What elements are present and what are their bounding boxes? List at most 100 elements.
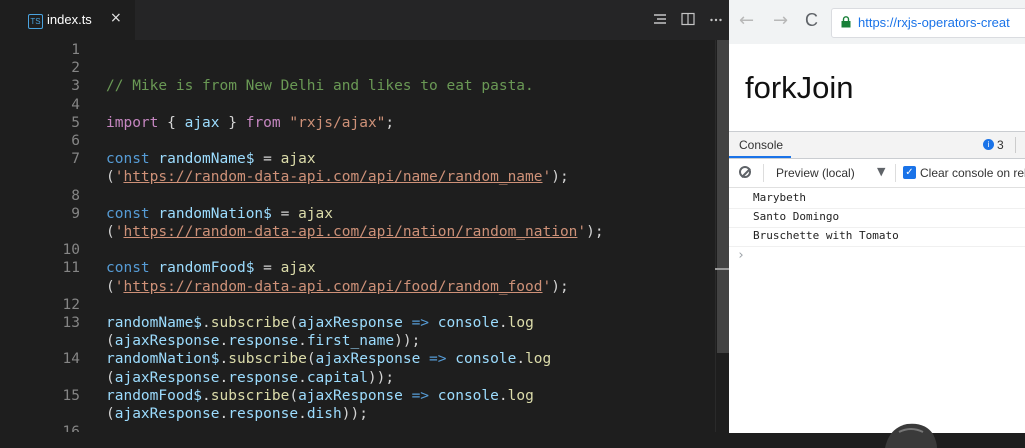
code-token: ajaxResponse <box>298 387 403 404</box>
code-text: // Mike is from New Delhi and likes to e… <box>106 78 534 94</box>
code-line[interactable]: ('https://random-data-api.com/api/name/r… <box>0 169 715 187</box>
code-line[interactable]: 12 <box>0 297 715 315</box>
code-token: from <box>245 114 281 131</box>
code-line[interactable]: 16 <box>0 424 715 432</box>
code-token: https://random-data-api.com/api/food/ran… <box>123 278 543 295</box>
code-token: ( <box>289 387 299 404</box>
reload-button[interactable]: C <box>805 10 818 31</box>
code-line[interactable]: 13 randomName$.subscribe(ajaxResponse => … <box>0 315 715 333</box>
code-token: } <box>219 114 246 131</box>
line-number: 1 <box>71 42 80 58</box>
divider <box>729 208 1025 209</box>
line-number: 15 <box>62 387 80 404</box>
line-number: 9 <box>71 205 80 222</box>
code-text: const randomNation$ = ajax <box>106 206 333 222</box>
line-number: 16 <box>38 424 80 432</box>
code-token: ( <box>106 369 115 386</box>
code-token: { <box>158 114 185 131</box>
devtools-panel: Console i 3 Preview (local) ▼ ✓ Clear co… <box>729 131 1025 448</box>
code-token: . <box>516 351 526 368</box>
code-token: response <box>228 333 299 350</box>
code-line[interactable]: ('https://random-data-api.com/api/nation… <box>0 224 715 242</box>
close-icon[interactable]: × <box>110 10 122 26</box>
code-token: subscribe <box>210 387 290 404</box>
divider <box>895 164 896 182</box>
code-token: . <box>298 369 307 386</box>
code-token: const <box>106 151 150 168</box>
divider <box>729 227 1025 228</box>
back-button[interactable]: ← <box>739 10 754 31</box>
code-token: )); <box>394 333 421 350</box>
code-token: . <box>498 315 508 331</box>
code-token: randomFood$ <box>106 387 203 404</box>
code-token: ( <box>106 333 115 350</box>
code-line[interactable]: 11 const randomFood$ = ajax <box>0 260 715 278</box>
code-line[interactable]: 5 import { ajax } from "rxjs/ajax"; <box>0 115 715 133</box>
code-token: ajaxResponse <box>114 369 220 386</box>
code-line[interactable]: (ajaxResponse.response.first_name)); <box>0 333 715 351</box>
line-number: 7 <box>71 151 80 168</box>
split-view-icon[interactable] <box>653 12 667 30</box>
code-token: ajaxResponse <box>114 406 220 422</box>
code-token: => <box>402 315 438 331</box>
forward-button[interactable]: → <box>773 10 788 31</box>
code-token: . <box>298 333 307 350</box>
tab-console[interactable]: Console <box>729 132 791 158</box>
code-line[interactable]: (ajaxResponse.response.capital)); <box>0 370 715 388</box>
code-line[interactable]: 2 <box>0 60 715 78</box>
code-line[interactable]: 14 randomNation$.subscribe(ajaxResponse =… <box>0 351 715 369</box>
code-token: . <box>219 369 229 386</box>
tab-title: index.ts <box>47 12 92 27</box>
code-line[interactable]: 3 // Mike is from New Delhi and likes to … <box>0 78 715 96</box>
console-prompt[interactable]: › <box>737 248 745 263</box>
line-number: 2 <box>71 60 80 77</box>
code-line[interactable]: ('https://random-data-api.com/api/food/r… <box>0 279 715 297</box>
info-count[interactable]: 3 <box>997 138 1004 152</box>
code-text: (ajaxResponse.response.capital)); <box>106 370 394 386</box>
editor-scrollbar-thumb[interactable] <box>717 40 729 353</box>
code-token: ajax <box>280 260 316 277</box>
code-token: => <box>402 387 438 404</box>
console-tab-label: Console <box>739 138 784 152</box>
code-line[interactable]: (ajaxResponse.response.dish)); <box>0 406 715 424</box>
code-token: ( <box>106 278 115 295</box>
line-number: 14 <box>62 351 80 368</box>
code-token: randomNation$ <box>158 205 272 222</box>
code-line[interactable]: 15 randomFood$.subscribe(ajaxResponse => … <box>0 388 715 406</box>
url-text: https://rxjs-operators-creat <box>858 15 1010 30</box>
address-bar[interactable]: https://rxjs-operators-creat <box>831 8 1025 38</box>
code-text: ('https://random-data-api.com/api/nation… <box>106 224 604 240</box>
more-icon[interactable] <box>709 12 723 30</box>
code-token: subscribe <box>228 351 307 368</box>
scrollbar-cursor-marker <box>715 268 729 270</box>
layout-icon[interactable] <box>681 12 695 30</box>
code-text: (ajaxResponse.response.dish)); <box>106 406 368 422</box>
editor-actions <box>653 12 723 30</box>
console-toolbar: Preview (local) ▼ ✓ Clear console on rel… <box>729 159 1025 188</box>
divider <box>729 246 1025 247</box>
code-token: => <box>420 351 456 368</box>
code-line[interactable]: 9 const randomNation$ = ajax <box>0 206 715 224</box>
code-token: "rxjs/ajax" <box>280 114 386 131</box>
line-number: 4 <box>71 96 80 113</box>
code-token: . <box>219 351 229 368</box>
code-area[interactable]: 1 2 3// Mike is from New Delhi and likes t… <box>0 40 715 432</box>
context-select[interactable]: Preview (local) <box>776 166 855 180</box>
typescript-file-icon: TS <box>28 14 43 29</box>
tab-index-ts[interactable]: TS index.ts × <box>0 0 135 40</box>
code-line[interactable]: 1 <box>0 42 715 60</box>
line-number: 13 <box>62 315 80 331</box>
info-icon[interactable]: i <box>983 139 994 150</box>
code-token: log <box>507 387 534 404</box>
code-line[interactable]: 8 <box>0 188 715 206</box>
code-line[interactable]: 10 <box>0 242 715 260</box>
code-token: ( <box>106 169 115 186</box>
line-number: 6 <box>71 133 80 149</box>
code-text: ('https://random-data-api.com/api/name/r… <box>106 169 569 185</box>
code-line[interactable]: 4 <box>0 97 715 115</box>
clear-on-reload-checkbox[interactable]: ✓ <box>903 166 916 179</box>
clear-console-icon[interactable] <box>739 166 751 178</box>
chevron-down-icon[interactable]: ▼ <box>877 165 885 178</box>
code-line[interactable]: 7 const randomName$ = ajax <box>0 151 715 169</box>
code-line[interactable]: 6 <box>0 133 715 151</box>
